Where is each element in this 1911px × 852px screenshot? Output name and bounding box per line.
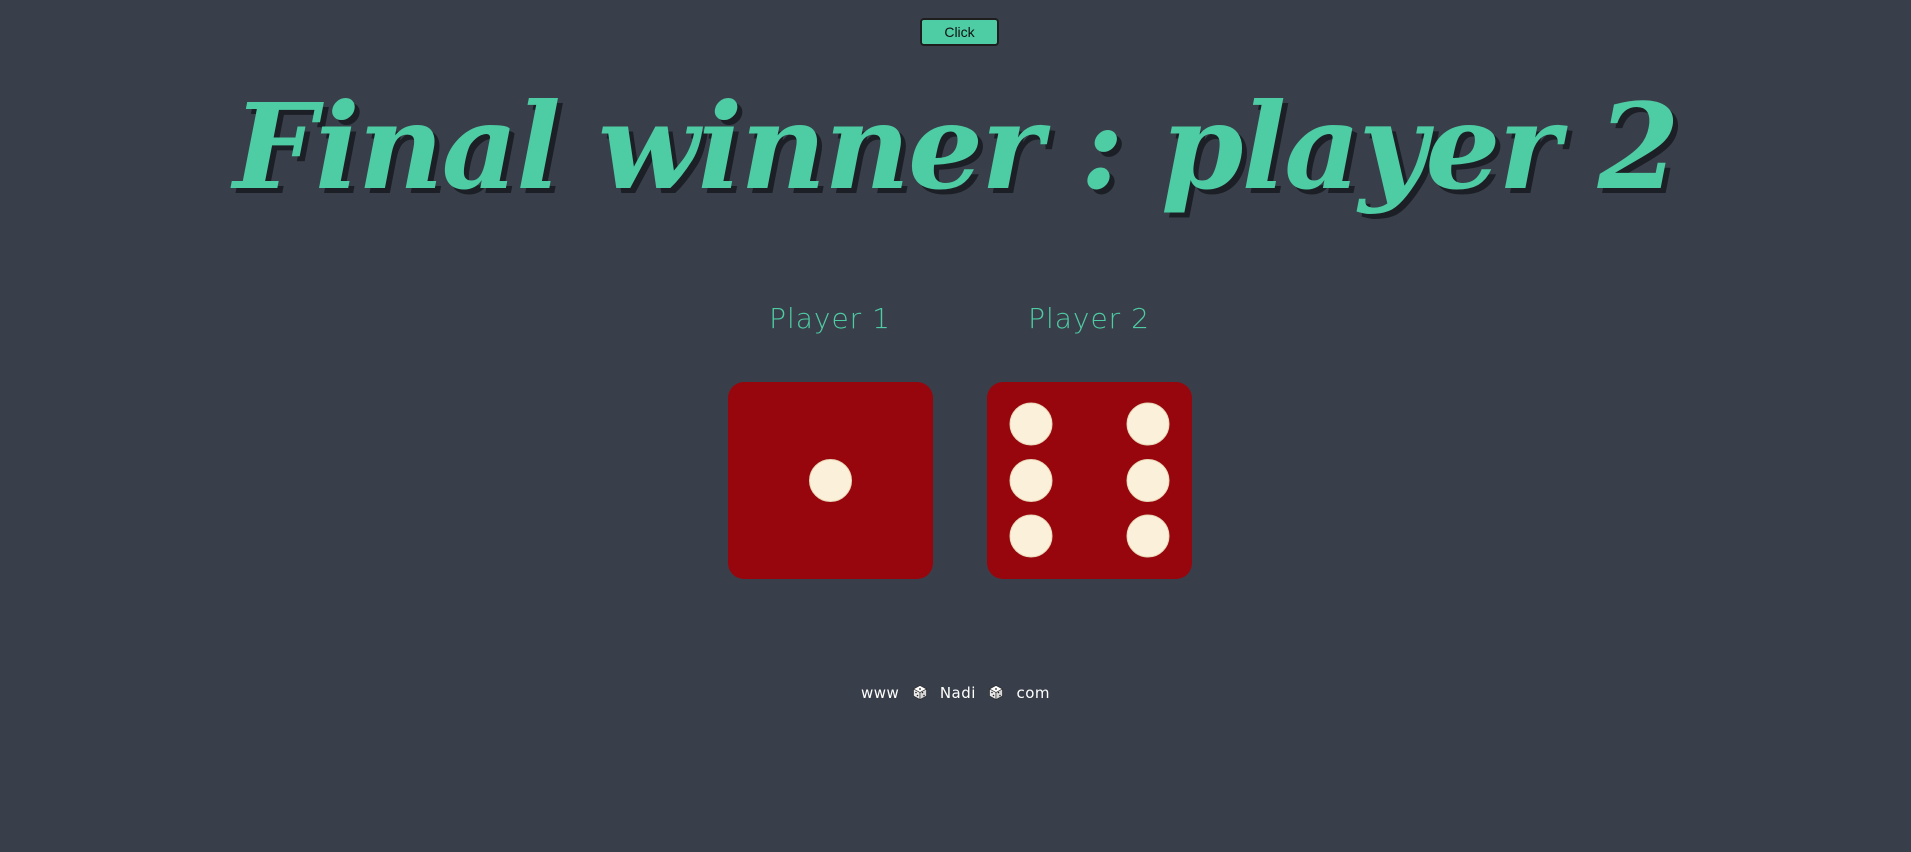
die-pip bbox=[1126, 459, 1170, 502]
player-1-label: Player 1 bbox=[769, 302, 891, 335]
dice-icon bbox=[912, 685, 927, 704]
player-2-label: Player 2 bbox=[1028, 302, 1150, 335]
die-pip bbox=[809, 459, 852, 502]
die-pip bbox=[1126, 402, 1170, 446]
footer-name: Nadi bbox=[939, 684, 976, 702]
die-pip bbox=[1126, 514, 1170, 558]
player-2-die-face bbox=[1009, 402, 1170, 558]
footer-suffix: com bbox=[1016, 684, 1051, 702]
click-button[interactable]: Click bbox=[920, 18, 999, 46]
dice-icon bbox=[989, 685, 1004, 704]
player-2-die bbox=[987, 382, 1192, 579]
die-pip bbox=[1009, 402, 1053, 446]
die-pip bbox=[1009, 514, 1053, 558]
player-1-die bbox=[728, 382, 933, 579]
die-pip bbox=[1009, 459, 1053, 502]
footer: www Nadi com bbox=[0, 684, 1911, 704]
player-1-die-face bbox=[809, 459, 852, 502]
footer-prefix: www bbox=[860, 684, 900, 702]
page-title: Final winner : player 2 bbox=[233, 77, 1680, 216]
